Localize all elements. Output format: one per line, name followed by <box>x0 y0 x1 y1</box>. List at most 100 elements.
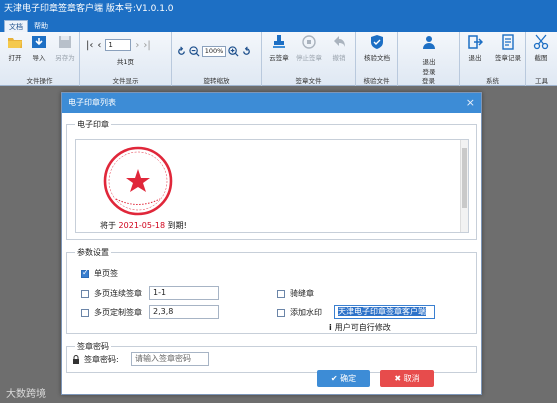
password-label: 签章密码: <box>84 355 119 364</box>
single-page-label: 单页签 <box>94 269 118 278</box>
group-verify: 核验文档 核验文件 <box>356 32 398 86</box>
group-login: 退出 登录 登录 <box>398 32 460 86</box>
window-title-bar: 天津电子印章签章客户端 版本号:V1.0.1.0 <box>0 0 557 18</box>
add-watermark-label: 添加水印 <box>290 308 322 317</box>
seam-seal-label: 骑缝章 <box>290 289 314 298</box>
ok-label: 确定 <box>340 374 357 383</box>
page-nav: |‹ ‹ 1 › ›| <box>86 38 151 52</box>
cancel-icon: ✖ <box>394 374 404 383</box>
seal-preview-list: 将于 2021-05-18 到期! <box>75 139 469 233</box>
prev-page-icon[interactable]: ‹ <box>97 40 101 51</box>
seal-caption-prefix: 将于 <box>100 221 119 230</box>
group-label-login: 登录 <box>422 77 435 85</box>
logout-label: 退出 登录 <box>422 58 436 76</box>
screenshot-button[interactable]: 截图 <box>528 34 554 62</box>
seal-list-scrollbar[interactable] <box>460 140 468 232</box>
overlay-watermark: 大数跨境 <box>6 385 46 400</box>
cancel-button[interactable]: ✖ 取消 <box>380 370 434 387</box>
verify-doc-button[interactable]: 核验文档 <box>360 34 394 62</box>
rotate-left-icon[interactable] <box>176 46 187 57</box>
seal-expiry-date: 2021-05-18 <box>118 221 166 230</box>
page-input[interactable]: 1 <box>105 39 132 51</box>
first-page-icon[interactable]: |‹ <box>86 40 93 51</box>
password-input[interactable]: 请输入签章密码 <box>131 352 209 366</box>
last-page-icon[interactable]: ›| <box>143 40 150 51</box>
stop-sign-label: 停止签章 <box>296 54 322 62</box>
logout-login-button[interactable]: 退出 登录 <box>416 34 442 76</box>
group-label-file-ops: 文件操作 <box>26 77 53 85</box>
multi-custom-input[interactable]: 2,3,8 <box>149 305 219 319</box>
sign-records-label: 签章记录 <box>495 54 521 62</box>
group-tools: 截图 工具 <box>526 32 557 86</box>
password-section-title: 签章密码 <box>75 341 111 352</box>
scrollbar-thumb[interactable] <box>462 148 467 208</box>
verify-doc-label: 核验文档 <box>364 54 390 62</box>
seal-expiry-caption: 将于 2021-05-18 到期! <box>100 220 187 231</box>
import-icon <box>32 36 46 48</box>
multi-continuous-input[interactable]: 1-1 <box>149 286 219 300</box>
group-system: 退出 签章记录 系统 <box>460 32 526 86</box>
zoom-row: 100% <box>176 46 252 57</box>
group-label-verify: 核验文件 <box>363 77 390 85</box>
custom-hint-text: 用户可自行修改 <box>334 323 391 332</box>
exit-button[interactable]: 退出 <box>462 34 488 62</box>
import-label: 导入 <box>32 54 46 62</box>
custom-hint: i 用户可自行修改 <box>329 322 391 333</box>
group-sign: 云签章 停止签章 撤销 签章文件 <box>262 32 356 86</box>
add-watermark-checkbox[interactable] <box>277 309 285 317</box>
tab-document[interactable]: 文档 <box>4 20 28 32</box>
watermark-input[interactable]: 天津电子印章签章客户端 <box>334 305 435 319</box>
scissors-icon <box>533 34 549 50</box>
revoke-label: 撤销 <box>332 54 346 62</box>
info-icon: i <box>329 323 332 332</box>
seal-image[interactable] <box>98 144 178 218</box>
group-file-ops: 打开 导入 另存为 文件操作 <box>0 32 80 86</box>
group-label-tools: 工具 <box>535 77 548 85</box>
tab-help[interactable]: 帮助 <box>30 20 52 32</box>
record-list-icon <box>502 34 514 50</box>
save-icon <box>59 36 71 48</box>
next-page-icon[interactable]: › <box>135 40 139 51</box>
seam-seal-checkbox[interactable] <box>277 290 285 298</box>
zoom-in-icon[interactable] <box>228 46 239 57</box>
revoke-button[interactable]: 撤销 <box>326 34 352 62</box>
shield-icon <box>371 35 383 49</box>
check-icon: ✔ <box>330 374 341 383</box>
multi-continuous-checkbox[interactable] <box>81 290 89 298</box>
stop-sign-button[interactable]: 停止签章 <box>296 34 322 62</box>
open-button[interactable]: 打开 <box>2 34 28 62</box>
page-count: 共1页 <box>116 58 135 66</box>
import-button[interactable]: 导入 <box>26 34 52 62</box>
cloud-sign-label: 云签章 <box>269 54 289 62</box>
rotate-right-icon[interactable] <box>241 46 252 57</box>
exit-icon <box>468 35 483 49</box>
zoom-out-icon[interactable] <box>189 46 200 57</box>
overlay-watermark-text: 大数跨境 <box>6 389 46 400</box>
seal-section-title: 电子印章 <box>75 119 111 130</box>
save-as-button[interactable]: 另存为 <box>52 34 78 62</box>
dialog-title: 电子印章列表 <box>68 98 116 107</box>
close-icon[interactable]: × <box>466 93 475 113</box>
folder-open-icon <box>8 38 22 48</box>
save-as-label: 另存为 <box>55 54 75 62</box>
stop-icon <box>302 35 316 49</box>
seal-section: 电子印章 将于 2021-05-18 到期! <box>66 119 477 240</box>
multi-custom-checkbox[interactable] <box>81 309 89 317</box>
ok-button[interactable]: ✔ 确定 <box>317 370 370 387</box>
single-page-checkbox[interactable] <box>81 268 89 278</box>
undo-icon <box>334 36 345 47</box>
group-label-system: 系统 <box>486 77 499 85</box>
group-display: |‹ ‹ 1 › ›| 共1页 文件显示 <box>80 32 172 86</box>
sign-records-button[interactable]: 签章记录 <box>492 34 524 62</box>
cloud-sign-button[interactable]: 云签章 <box>266 34 292 62</box>
cancel-label: 取消 <box>403 374 420 383</box>
stamp-icon <box>273 35 285 48</box>
lock-icon <box>73 355 79 364</box>
params-section: 参数设置 单页签 多页连续签章 1-1 多页定制签章 2,3,8 骑缝章 添加水… <box>66 247 477 334</box>
screenshot-label: 截图 <box>534 54 548 62</box>
menu-bar: 文档 帮助 <box>0 18 557 32</box>
group-label-zoom: 旋转缩放 <box>203 77 230 85</box>
group-label-sign: 签章文件 <box>295 77 322 85</box>
open-label: 打开 <box>8 54 22 62</box>
zoom-level[interactable]: 100% <box>202 46 226 57</box>
